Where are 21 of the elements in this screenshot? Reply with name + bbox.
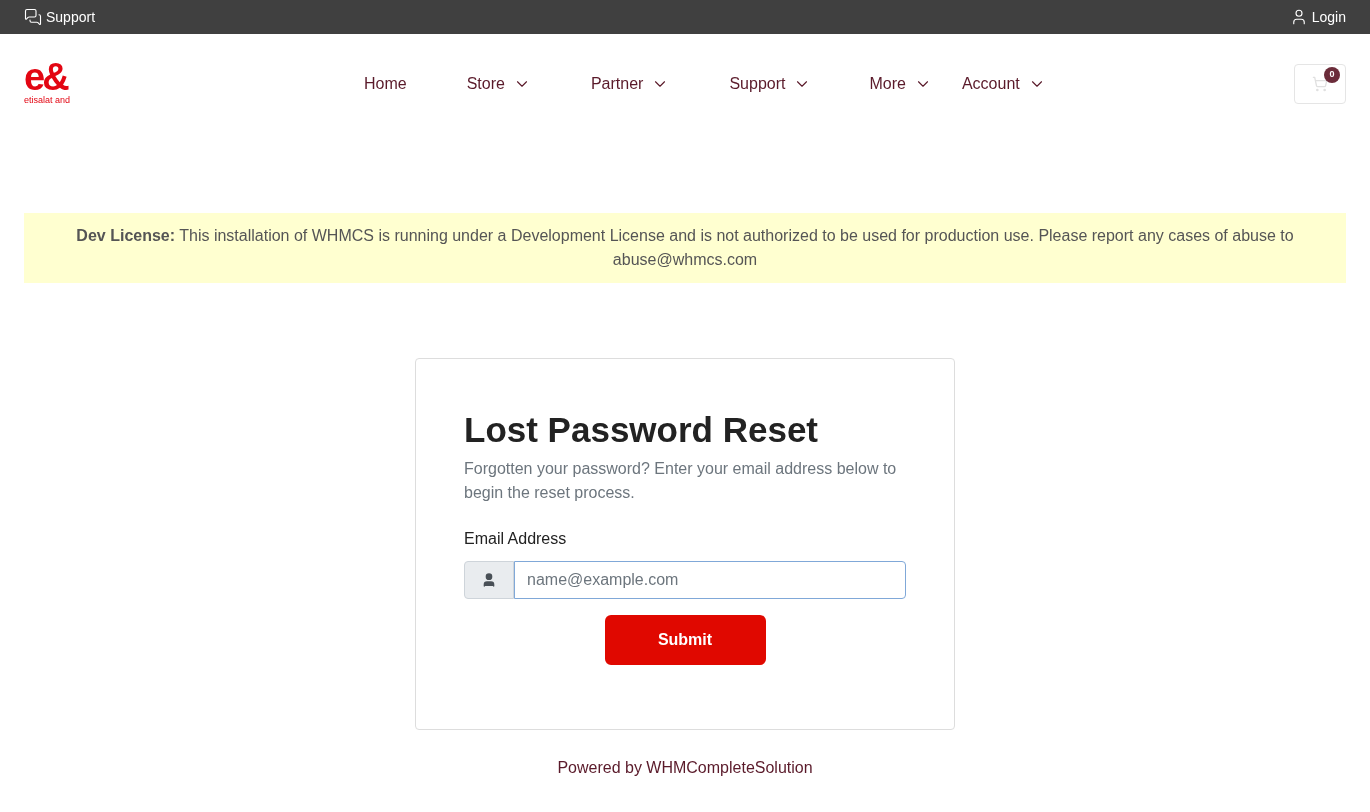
card-description: Forgotten your password? Enter your email address below to begin the reset process. xyxy=(464,459,898,503)
nav-link[interactable]: Store xyxy=(466,72,531,96)
login-link[interactable]: Login xyxy=(1289,6,1346,28)
nav-link[interactable]: Support xyxy=(729,72,812,96)
footer-text: Powered by WHMCompleteSolution xyxy=(556,758,814,778)
dev-license-notice: Dev License: This installation of WHMCS is running under a Development License and is not authorized to be used for production use. Please report any cases of abuse to abuse@whmcs.com xyxy=(24,213,1346,283)
card-title: Lost Password Reset xyxy=(464,409,819,451)
email-field[interactable]: name@example.com xyxy=(514,561,906,599)
support-link[interactable]: Support xyxy=(24,6,96,28)
nav-link[interactable]: More xyxy=(869,72,932,96)
user-icon xyxy=(481,572,497,588)
nav-link[interactable]: Partner xyxy=(590,72,670,96)
submit-button[interactable]: Submit xyxy=(604,615,766,665)
cart-button[interactable]: 0 xyxy=(1294,64,1346,104)
cart-count-badge: 0 xyxy=(1324,67,1340,83)
logo[interactable]: e& etisalat and xyxy=(24,62,104,106)
chat-icon xyxy=(24,8,42,26)
nav-link[interactable]: Home xyxy=(364,72,407,96)
cart-icon xyxy=(1312,76,1328,92)
nav-link[interactable]: Account xyxy=(961,72,1046,96)
field-label: Email Address xyxy=(464,529,568,549)
